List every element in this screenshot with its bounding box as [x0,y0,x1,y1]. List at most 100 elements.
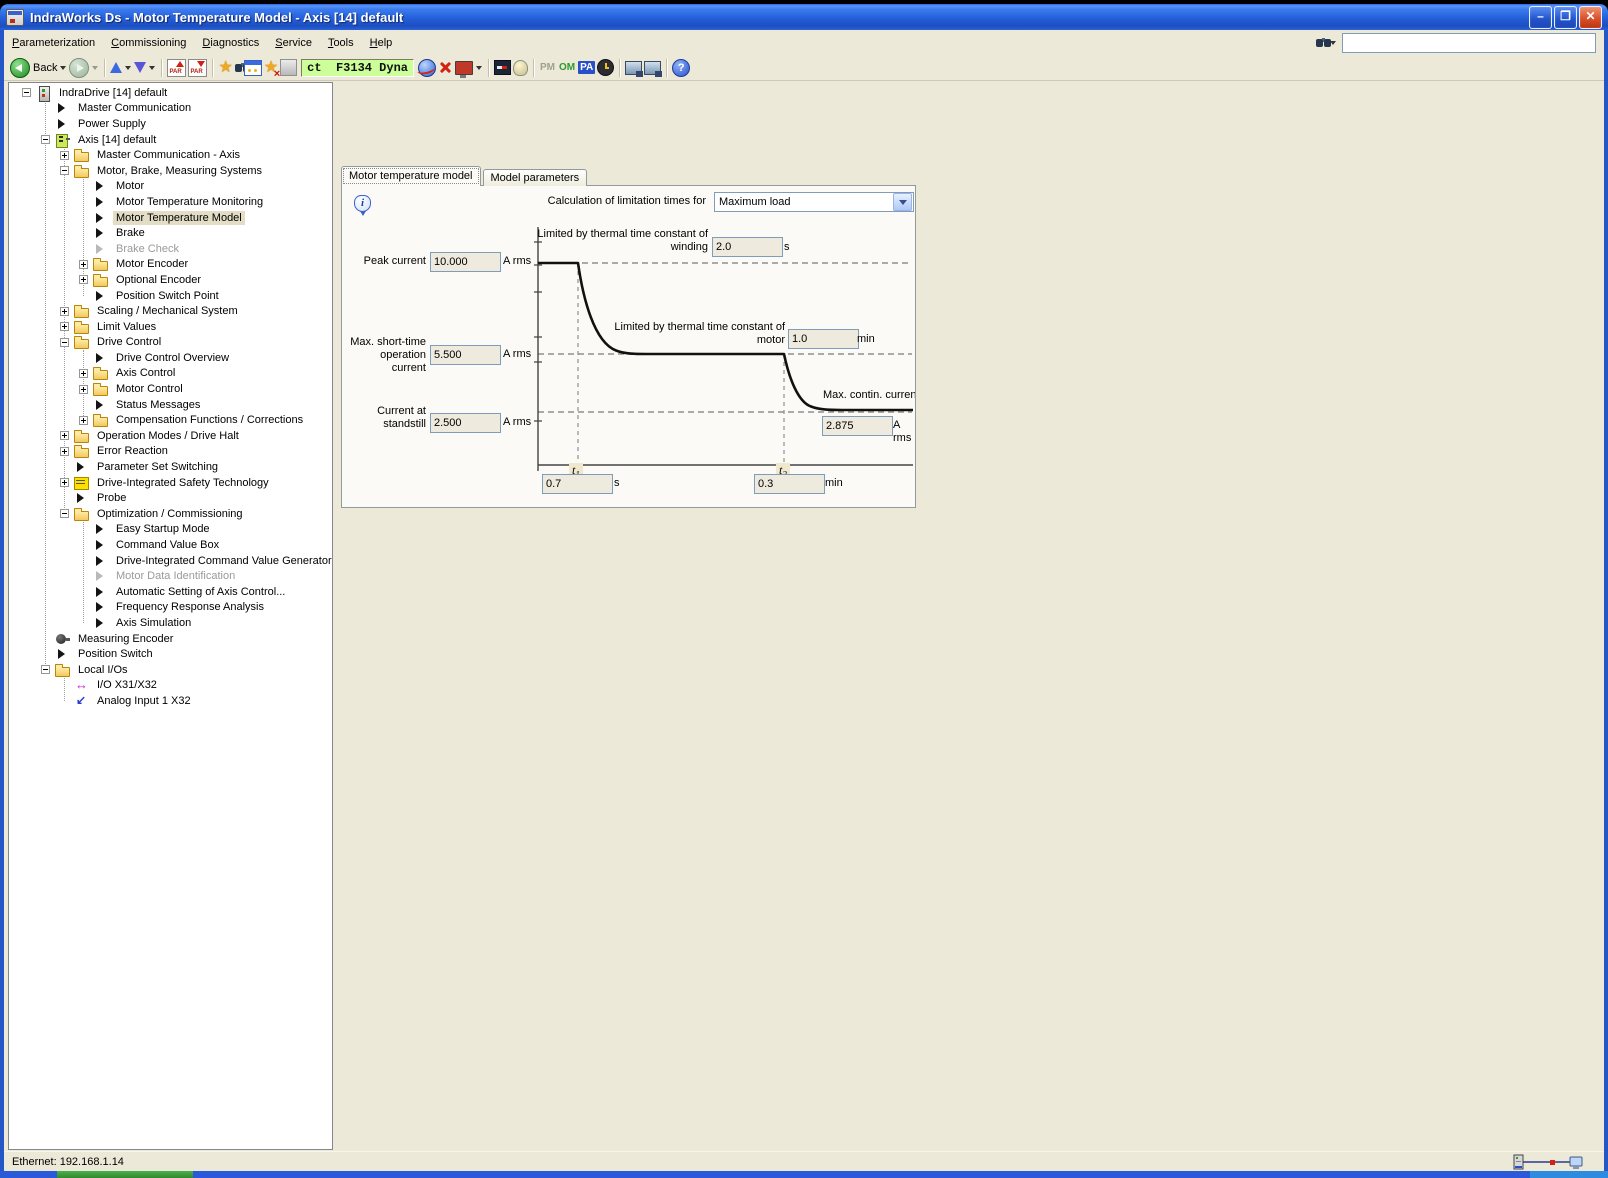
connect-device-button[interactable] [625,58,642,78]
tree-item[interactable]: I/O X31/X32 [9,678,332,694]
tree-item-label[interactable]: Automatic Setting of Axis Control... [113,585,288,599]
tree-item[interactable]: Optional Encoder [9,272,332,288]
tree-item[interactable]: Frequency Response Analysis [9,600,332,616]
tree-item-label[interactable]: Axis Simulation [113,616,194,630]
tree-item[interactable]: Axis Control [9,366,332,382]
expand-toggle[interactable] [22,88,31,97]
tree-item-label[interactable]: Drive-Integrated Command Value Generator [113,554,333,568]
peak-current-field[interactable]: 10.000 [430,252,501,272]
tree-item-label[interactable]: Optimization / Commissioning [94,507,246,521]
tree-item[interactable]: Motor Control [9,381,332,397]
tree-item-label[interactable]: Master Communication - Axis [94,148,243,162]
tree-item-label[interactable]: Brake [113,226,148,240]
menu-parameterization[interactable]: Parameterization [4,34,103,52]
expand-toggle[interactable] [60,166,69,175]
parameter-upload-button[interactable]: PAR [167,58,186,78]
tree-item-label[interactable]: Position Switch [75,647,156,661]
calculation-mode-select[interactable]: Maximum load [714,192,914,212]
parameter-list-button[interactable] [244,58,262,78]
tree-item[interactable]: Motor Data Identification [9,568,332,584]
tree-item[interactable]: Automatic Setting of Axis Control... [9,584,332,600]
tree-item[interactable]: Operation Modes / Drive Halt [9,428,332,444]
standstill-current-field[interactable]: 2.500 [430,413,501,433]
dropdown-caret-icon[interactable] [476,66,482,70]
tree-item-label[interactable]: Limit Values [94,320,159,334]
restore-button[interactable]: ❐ [1554,6,1577,29]
find-icon[interactable] [1316,33,1323,53]
tree-item[interactable]: Axis Simulation [9,615,332,631]
forward-button[interactable] [69,58,89,78]
expand-toggle[interactable] [79,416,88,425]
tree-item-label[interactable]: Motor [113,179,147,193]
menu-diagnostics[interactable]: Diagnostics [194,34,267,52]
expand-toggle[interactable] [79,275,88,284]
winding-time-constant-field[interactable]: 2.0 [712,237,783,257]
minimize-button[interactable]: – [1529,6,1552,29]
close-button[interactable]: ✕ [1579,6,1602,29]
expand-toggle[interactable] [41,135,50,144]
tree-item[interactable]: IndraDrive [14] default [9,85,332,101]
tree-item-label[interactable]: Error Reaction [94,444,171,458]
tree-item-label[interactable]: Status Messages [113,398,203,412]
dropdown-caret-icon[interactable] [125,66,131,70]
remove-favorite-button[interactable]: ★× [264,58,278,78]
tree-item[interactable]: Position Switch Point [9,288,332,304]
tree-item[interactable]: Command Value Box [9,537,332,553]
tree-item[interactable]: Motor [9,179,332,195]
expand-toggle[interactable] [79,385,88,394]
tree-item-label[interactable]: Brake Check [113,242,182,256]
tree-item[interactable]: Compensation Functions / Corrections [9,412,332,428]
expand-toggle[interactable] [60,307,69,316]
archive-button[interactable] [280,58,297,78]
tree-item-label[interactable]: Drive Control Overview [113,351,232,365]
tree-item-label[interactable]: Compensation Functions / Corrections [113,413,306,427]
navigate-up-button[interactable] [110,58,122,78]
tree-item-label[interactable]: Drive Control [94,335,164,349]
tree-item[interactable]: Optimization / Commissioning [9,506,332,522]
dropdown-caret-icon[interactable] [60,66,66,70]
tree-item-label[interactable]: Master Communication [75,101,194,115]
expand-toggle[interactable] [79,260,88,269]
tree-item-label[interactable]: Drive-Integrated Safety Technology [94,476,272,490]
expand-toggle[interactable] [79,369,88,378]
menu-commissioning[interactable]: Commissioning [103,34,194,52]
menu-help[interactable]: Help [362,34,401,52]
motor-time-constant-field[interactable]: 1.0 [788,329,859,349]
parameter-download-button[interactable]: PAR [188,58,207,78]
navigate-down-button[interactable] [134,58,146,78]
tree-item[interactable]: Power Supply [9,116,332,132]
tree-item[interactable]: Error Reaction [9,444,332,460]
online-mode-button[interactable] [418,58,436,78]
tree-item[interactable]: Motor Temperature Monitoring [9,194,332,210]
tree-item[interactable]: Drive-Integrated Command Value Generator [9,553,332,569]
tree-item[interactable]: Drive-Integrated Safety Technology [9,475,332,491]
tree-item[interactable]: Scaling / Mechanical System [9,303,332,319]
tree-item-label[interactable]: Parameter Set Switching [94,460,221,474]
expand-toggle[interactable] [41,665,50,674]
find-caret-icon[interactable] [1330,41,1336,45]
chevron-down-icon[interactable] [893,193,912,211]
tree-item[interactable]: Status Messages [9,397,332,413]
tree-item[interactable]: Master Communication - Axis [9,147,332,163]
tree-item-label[interactable]: Axis Control [113,366,178,380]
tree-item[interactable]: Motor Encoder [9,257,332,273]
expand-toggle[interactable] [60,151,69,160]
windows-taskbar[interactable] [0,1171,1608,1178]
tree-item[interactable]: Parameter Set Switching [9,459,332,475]
expand-toggle[interactable] [60,478,69,487]
tree-item-label[interactable]: Command Value Box [113,538,222,552]
pm-mode-badge[interactable]: PM [539,58,556,78]
tree-item-label[interactable]: Power Supply [75,117,149,131]
expand-toggle[interactable] [60,322,69,331]
expand-toggle[interactable] [60,431,69,440]
tree-item[interactable]: Brake [9,225,332,241]
t2-field[interactable]: 0.3 [754,474,825,494]
tree-item-label[interactable]: Axis [14] default [75,133,159,147]
system-tray[interactable] [1530,1171,1608,1178]
om-mode-badge[interactable]: OM [558,58,576,78]
tree-item-label[interactable]: Scaling / Mechanical System [94,304,241,318]
tree-item[interactable]: Local I/Os [9,662,332,678]
message-lamp-button[interactable] [513,58,528,78]
tree-item-label[interactable]: Frequency Response Analysis [113,600,267,614]
tree-item[interactable]: Axis [14] default [9,132,332,148]
